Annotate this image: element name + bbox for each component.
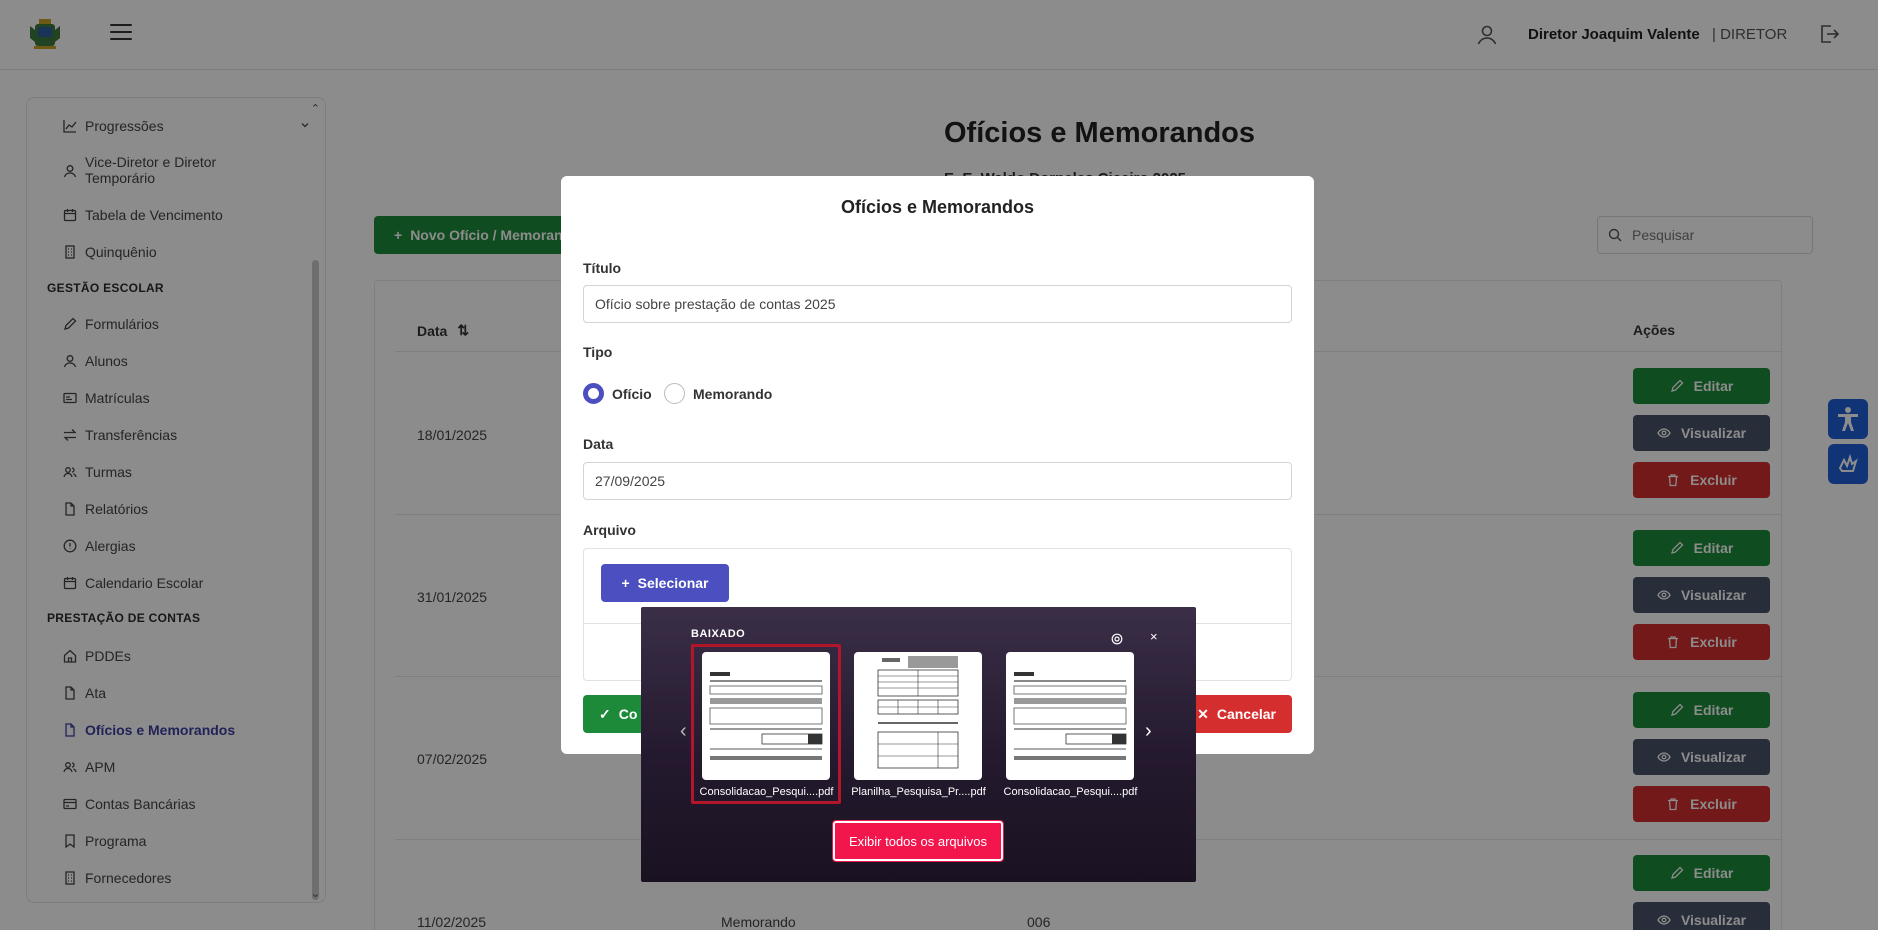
label-data: Data [583,436,614,452]
select-file-label: Selecionar [637,575,709,591]
chevron-left-icon[interactable]: ‹ [680,720,687,743]
chevron-right-icon[interactable]: › [1145,720,1152,743]
file-name: Consolidacao_Pesqui....pdf [699,786,834,798]
file-thumbnail[interactable] [854,652,982,780]
file-name: Planilha_Pesquisa_Pr....pdf [851,786,986,798]
titulo-input[interactable] [583,285,1292,323]
pdf-preview-icon [1013,672,1127,760]
close-icon[interactable]: × [1150,629,1158,644]
label-tipo: Tipo [583,344,613,360]
radio-memorando-circle[interactable] [664,383,685,404]
label-arquivo: Arquivo [583,522,636,538]
download-popup: BAIXADO × ‹ › Consolidacao_Pesqui....pdf [641,607,1196,882]
data-input[interactable] [583,462,1292,500]
radio-oficio[interactable]: Ofício [583,383,652,404]
confirm-label: Co [618,706,638,722]
plus-icon: + [621,575,630,591]
file-thumbnail[interactable] [1006,652,1134,780]
radio-oficio-circle[interactable] [583,383,604,404]
cancel-label: Cancelar [1216,706,1276,722]
check-icon: ✓ [599,705,611,722]
select-file-button[interactable]: + Selecionar [601,564,729,602]
file-thumbnail[interactable] [702,652,830,780]
file-name: Consolidacao_Pesqui....pdf [1003,786,1138,798]
modal-title: Ofícios e Memorandos [840,197,1035,217]
radio-memorando[interactable]: Memorando [664,383,772,404]
download-popup-header: BAIXADO [691,628,746,640]
close-icon: ✕ [1197,705,1209,722]
spreadsheet-preview-icon [877,656,959,769]
pdf-preview-icon [709,672,823,760]
label-titulo: Título [583,260,622,276]
settings-icon[interactable] [1111,633,1123,645]
radio-oficio-label: Ofício [612,385,652,402]
radio-memorando-label: Memorando [693,385,773,402]
show-all-files-button[interactable]: Exibir todos os arquivos [832,820,1004,862]
